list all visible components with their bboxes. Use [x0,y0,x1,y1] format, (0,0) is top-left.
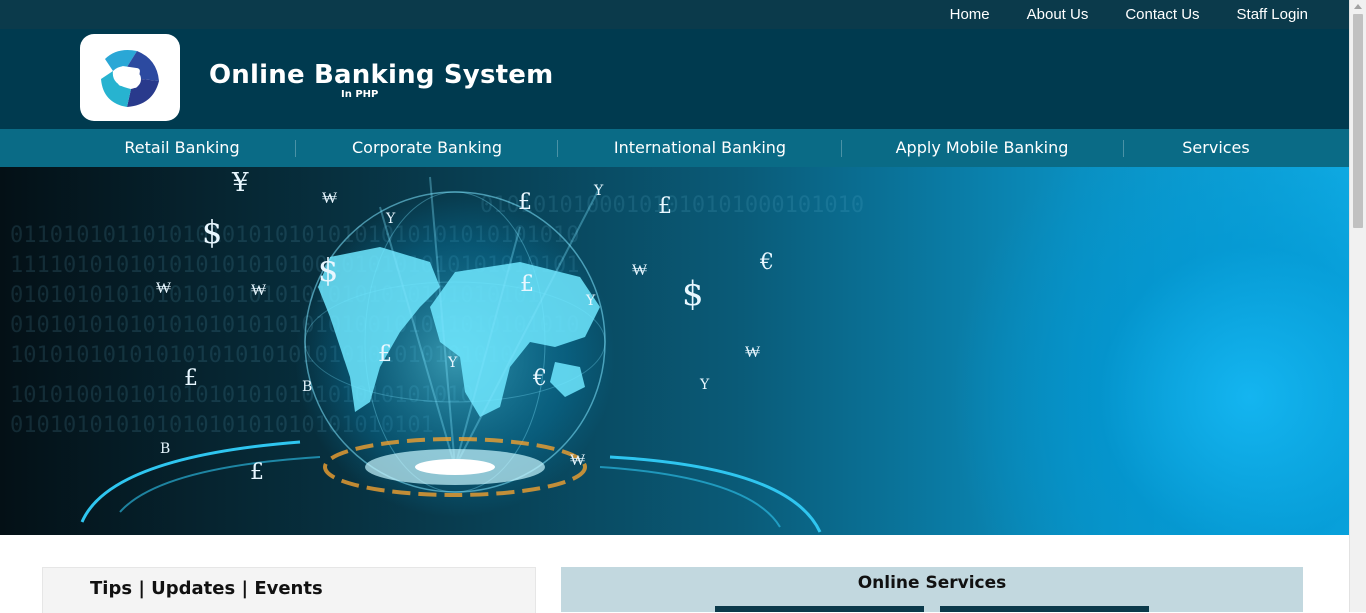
currency-symbol: Y [447,355,458,371]
currency-symbol: £ [378,342,392,367]
currency-symbol: Y [585,293,596,309]
currency-symbol: $ [202,213,222,251]
currency-symbol: £ [184,366,198,391]
nav-separator [1123,140,1124,157]
currency-symbol: ₩ [251,280,267,299]
currency-symbol: £ [518,190,532,215]
currency-symbol: ₩ [745,342,761,361]
scroll-thumb[interactable] [1353,14,1363,228]
currency-symbol: £ [250,460,264,485]
nav-separator [557,140,558,157]
about-us-link[interactable]: About Us [1027,6,1089,23]
tips-panel: Tips | Updates | Events [42,567,536,613]
site-title: Online Banking System [209,60,554,90]
nav-services[interactable]: Services [1150,129,1282,167]
contact-us-link[interactable]: Contact Us [1125,6,1199,23]
nav-separator [841,140,842,157]
scroll-up-arrow-icon[interactable] [1354,4,1362,9]
currency-symbol: ₩ [570,450,586,469]
currency-symbol: Y [385,211,396,227]
service-button[interactable] [715,606,924,612]
currency-symbol: Y [593,183,604,199]
nav-international-banking[interactable]: International Banking [584,129,816,167]
currency-symbol: € [532,366,547,391]
currency-symbol: ₩ [322,188,338,207]
top-bar: Home About Us Contact Us Staff Login [0,0,1349,29]
staff-login-link[interactable]: Staff Login [1237,6,1308,23]
currency-symbol: £ [520,272,534,297]
svg-text:01010101000101010101000101010: 01010101000101010101000101010 [480,193,864,218]
hero-banner: 01010101000101010101000101010 0110101011… [0,167,1349,535]
currency-symbol: $ [682,274,704,314]
currency-symbol: Y [699,377,710,393]
currency-symbol: B [160,441,170,457]
nav-corporate-banking[interactable]: Corporate Banking [322,129,532,167]
main-nav: Retail Banking Corporate Banking Interna… [0,129,1349,167]
top-nav: Home About Us Contact Us Staff Login [950,0,1308,29]
service-button[interactable] [940,606,1149,612]
home-link[interactable]: Home [950,6,990,23]
page-scrollbar[interactable] [1349,0,1366,612]
nav-retail-banking[interactable]: Retail Banking [98,129,266,167]
nav-apply-mobile-banking[interactable]: Apply Mobile Banking [868,129,1096,167]
site-subtitle: In PHP [341,89,379,100]
online-services-panel: Online Services [561,567,1303,612]
globe-currency-illustration: 01010101000101010101000101010 0110101011… [10,168,864,533]
currency-symbol: ₩ [156,278,172,297]
tips-heading: Tips | Updates | Events [90,578,323,599]
currency-symbol: € [759,250,774,275]
currency-symbol: ¥ [231,168,249,198]
currency-symbol: B [302,379,312,395]
currency-symbol: £ [658,194,672,219]
currency-symbol: ₩ [632,260,648,279]
online-services-heading: Online Services [857,573,1007,593]
bank-logo-icon[interactable] [80,34,180,121]
site-header: Online Banking System In PHP [0,29,1349,129]
currency-symbol: $ [318,251,338,289]
nav-separator [295,140,296,157]
